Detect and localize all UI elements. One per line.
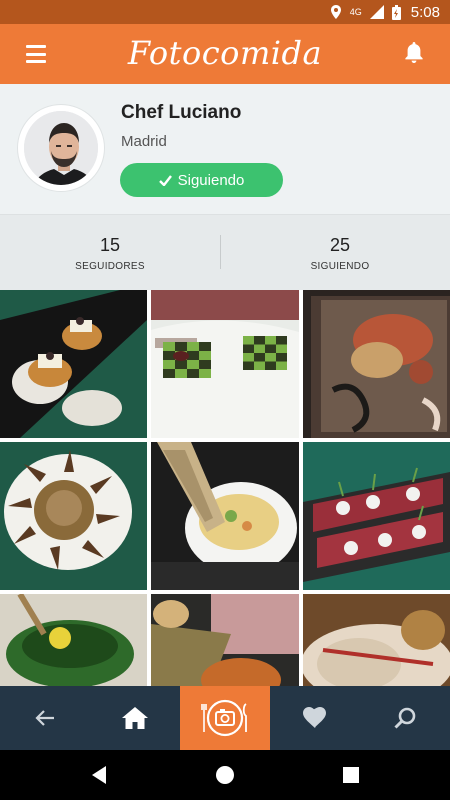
chef-portrait <box>24 111 98 185</box>
location-icon <box>330 5 341 19</box>
search-icon <box>394 707 416 729</box>
photo-bread-plate[interactable] <box>303 594 450 686</box>
status-bar: 4G 5:08 <box>0 0 450 24</box>
system-nav-bar <box>0 750 450 800</box>
following-count: 25 <box>329 235 351 255</box>
followers-count: 15 <box>99 235 121 255</box>
circle-home-icon <box>216 766 234 784</box>
photo-tart[interactable] <box>151 594 299 686</box>
nav-camera[interactable] <box>180 686 270 750</box>
bottom-nav <box>0 686 450 750</box>
photo-tuna-tartare[interactable] <box>303 442 450 590</box>
photo-checkered-cucumber[interactable] <box>151 290 299 438</box>
home-icon <box>122 707 148 729</box>
following-label: Siguiendo <box>177 171 245 189</box>
heart-icon <box>303 707 326 728</box>
nav-search[interactable] <box>360 686 450 750</box>
camera-plate-icon <box>201 699 247 737</box>
app-bar: Fotocomida <box>0 24 450 84</box>
system-back-button[interactable] <box>86 762 112 788</box>
photo-grid <box>0 290 450 686</box>
stats-divider <box>220 235 221 269</box>
photo-dumplings-on-salt[interactable] <box>0 290 147 438</box>
photo-green-bowl[interactable] <box>0 594 147 686</box>
back-arrow-icon <box>35 710 54 726</box>
photo-fried-artichoke[interactable] <box>0 442 147 590</box>
profile-name: Chef Luciano <box>121 102 242 123</box>
clock: 5:08 <box>410 3 440 21</box>
nav-favorites[interactable] <box>270 686 360 750</box>
avatar[interactable] <box>18 105 104 191</box>
stat-following[interactable]: 25 SIGUIENDO <box>230 215 450 291</box>
following-stat-label: SIGUIENDO <box>310 261 370 272</box>
bell-icon[interactable] <box>404 42 424 64</box>
followers-label: SEGUIDORES <box>75 261 145 272</box>
stat-followers[interactable]: 15 SEGUIDORES <box>0 215 220 291</box>
network-type: 4G <box>349 7 362 17</box>
signal-icon <box>369 5 384 19</box>
check-icon <box>158 174 172 186</box>
photo-crab-dish[interactable] <box>303 290 450 438</box>
nav-back[interactable] <box>0 686 90 750</box>
system-home-button[interactable] <box>212 762 238 788</box>
app-logo: Fotocomida <box>127 34 323 72</box>
system-recents-button[interactable] <box>338 762 364 788</box>
battery-icon <box>391 4 401 20</box>
profile-city: Madrid <box>121 133 167 150</box>
triangle-back-icon <box>92 766 106 784</box>
square-recents-icon <box>343 767 359 783</box>
nav-home[interactable] <box>90 686 180 750</box>
stats-bar: 15 SEGUIDORES 25 SIGUIENDO <box>0 214 450 290</box>
following-button[interactable]: Siguiendo <box>120 163 283 197</box>
profile-header: Chef Luciano Madrid Siguiendo <box>0 84 450 214</box>
photo-corn-soup[interactable] <box>151 442 299 590</box>
